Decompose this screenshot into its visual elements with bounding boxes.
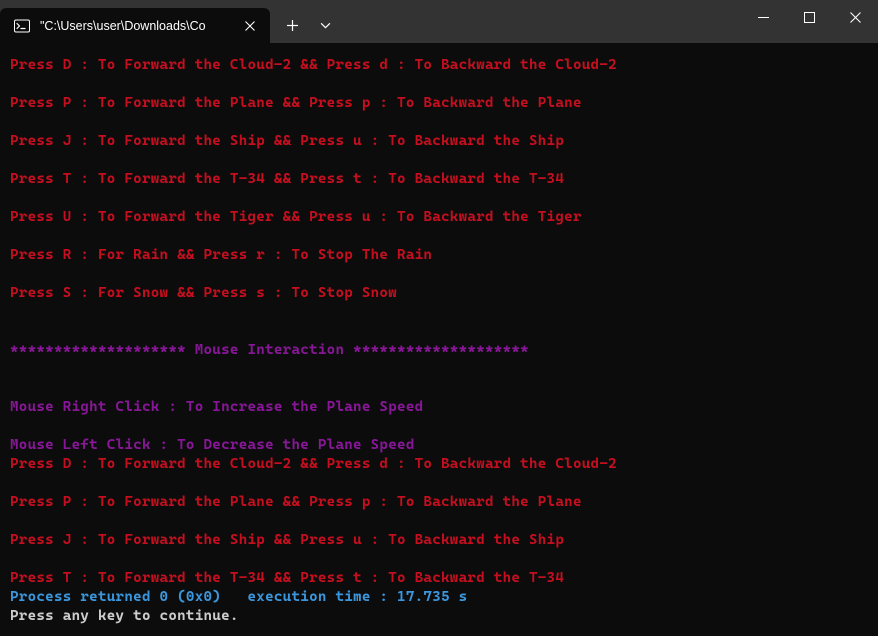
terminal-line [10,303,868,322]
tab-close-button[interactable] [242,18,258,34]
active-tab[interactable]: "C:\Users\user\Downloads\Co [0,8,270,43]
terminal-line: Press R : For Rain && Press r : To Stop … [10,246,868,265]
terminal-line: Press D : To Forward the Cloud-2 && Pres… [10,56,868,75]
terminal-line [10,417,868,436]
terminal-line: Mouse Right Click : To Increase the Plan… [10,398,868,417]
terminal-line [10,474,868,493]
terminal-line [10,379,868,398]
terminal-line [10,360,868,379]
window-controls [740,0,878,35]
terminal-line [10,550,868,569]
terminal-line: Press S : For Snow && Press s : To Stop … [10,284,868,303]
close-button[interactable] [832,0,878,35]
titlebar: "C:\Users\user\Downloads\Co [0,0,878,43]
terminal-output[interactable]: Press D : To Forward the Cloud-2 && Pres… [0,43,878,626]
terminal-line [10,113,868,132]
terminal-line [10,512,868,531]
terminal-line: Press U : To Forward the Tiger && Press … [10,208,868,227]
terminal-line: Press any key to continue. [10,607,868,626]
new-tab-button[interactable] [274,8,310,43]
terminal-line [10,227,868,246]
terminal-line: Process returned 0 (0x0) execution time … [10,588,868,607]
terminal-line: Press T : To Forward the T-34 && Press t… [10,569,868,588]
terminal-line: Press D : To Forward the Cloud-2 && Pres… [10,455,868,474]
terminal-icon [14,18,30,34]
terminal-line [10,322,868,341]
terminal-line: Press P : To Forward the Plane && Press … [10,493,868,512]
terminal-line: Press P : To Forward the Plane && Press … [10,94,868,113]
terminal-line: ******************** Mouse Interaction *… [10,341,868,360]
minimize-button[interactable] [740,0,786,35]
terminal-line: Press J : To Forward the Ship && Press u… [10,132,868,151]
terminal-line: Mouse Left Click : To Decrease the Plane… [10,436,868,455]
terminal-line [10,151,868,170]
terminal-line [10,75,868,94]
tab-title: "C:\Users\user\Downloads\Co [40,19,234,33]
terminal-line: Press J : To Forward the Ship && Press u… [10,531,868,550]
terminal-line: Press T : To Forward the T-34 && Press t… [10,170,868,189]
terminal-line [10,189,868,208]
terminal-line [10,265,868,284]
maximize-button[interactable] [786,0,832,35]
tab-dropdown-button[interactable] [310,8,340,43]
